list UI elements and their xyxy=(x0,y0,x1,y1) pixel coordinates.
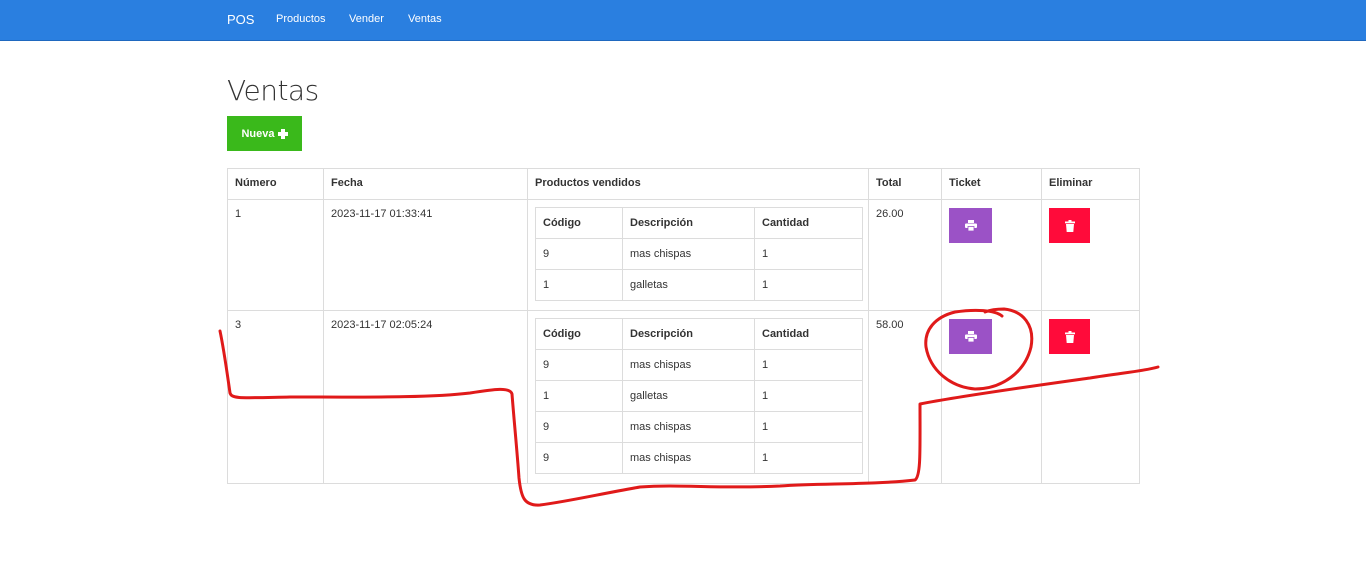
product-description: mas chispas xyxy=(622,411,755,443)
nav-link-productos[interactable]: Productos xyxy=(276,13,326,25)
product-quantity: 1 xyxy=(754,269,863,301)
product-row: 9 mas chispas 1 xyxy=(535,442,863,474)
inner-header-descripcion: Descripción xyxy=(622,207,755,239)
nav-link-ventas[interactable]: Ventas xyxy=(408,13,442,25)
header-eliminar: Eliminar xyxy=(1041,168,1140,200)
print-icon xyxy=(964,331,977,342)
product-description: mas chispas xyxy=(622,442,755,474)
products-cell: Código Descripción Cantidad 9 mas chispa… xyxy=(527,310,869,484)
product-code: 1 xyxy=(535,380,623,412)
top-navbar: POS Productos Vender Ventas xyxy=(0,0,1366,41)
delete-cell xyxy=(1041,310,1140,484)
product-description: galletas xyxy=(622,269,755,301)
inner-header-cantidad: Cantidad xyxy=(754,318,863,350)
product-code: 9 xyxy=(535,411,623,443)
print-ticket-button[interactable] xyxy=(949,208,992,243)
product-code: 9 xyxy=(535,238,623,270)
header-ticket: Ticket xyxy=(941,168,1042,200)
inner-header-codigo: Código xyxy=(535,318,623,350)
product-quantity: 1 xyxy=(754,238,863,270)
delete-sale-button[interactable] xyxy=(1049,208,1090,243)
sale-date: 2023-11-17 02:05:24 xyxy=(323,310,528,484)
product-row: 1 galletas 1 xyxy=(535,380,863,412)
sales-table-header: Número Fecha Productos vendidos Total Ti… xyxy=(227,168,1140,200)
product-row: 9 mas chispas 1 xyxy=(535,349,863,381)
product-code: 9 xyxy=(535,349,623,381)
product-row: 9 mas chispas 1 xyxy=(535,411,863,443)
product-code: 9 xyxy=(535,442,623,474)
sale-total: 26.00 xyxy=(868,199,942,311)
inner-header-codigo: Código xyxy=(535,207,623,239)
table-row: 3 2023-11-17 02:05:24 Código Descripción… xyxy=(227,310,1140,484)
product-code: 1 xyxy=(535,269,623,301)
inner-header-cantidad: Cantidad xyxy=(754,207,863,239)
trash-icon xyxy=(1064,219,1075,232)
sale-total: 58.00 xyxy=(868,310,942,484)
product-description: mas chispas xyxy=(622,349,755,381)
product-quantity: 1 xyxy=(754,349,863,381)
ticket-cell xyxy=(941,199,1042,311)
delete-cell xyxy=(1041,199,1140,311)
products-table: Código Descripción Cantidad 9 mas chispa… xyxy=(535,207,863,301)
product-row: 9 mas chispas 1 xyxy=(535,238,863,270)
products-cell: Código Descripción Cantidad 9 mas chispa… xyxy=(527,199,869,311)
trash-icon xyxy=(1064,330,1075,343)
product-description: mas chispas xyxy=(622,238,755,270)
inner-header-descripcion: Descripción xyxy=(622,318,755,350)
print-ticket-button[interactable] xyxy=(949,319,992,354)
sale-date: 2023-11-17 01:33:41 xyxy=(323,199,528,311)
new-sale-label: Nueva xyxy=(241,127,275,140)
new-sale-button[interactable]: Nueva xyxy=(227,116,302,151)
brand-link[interactable]: POS xyxy=(227,12,254,27)
product-quantity: 1 xyxy=(754,411,863,443)
sales-table: Número Fecha Productos vendidos Total Ti… xyxy=(227,168,1140,484)
products-table: Código Descripción Cantidad 9 mas chispa… xyxy=(535,318,863,474)
sale-number: 1 xyxy=(227,199,324,311)
header-productos-vendidos: Productos vendidos xyxy=(527,168,869,200)
delete-sale-button[interactable] xyxy=(1049,319,1090,354)
product-row: 1 galletas 1 xyxy=(535,269,863,301)
product-description: galletas xyxy=(622,380,755,412)
product-quantity: 1 xyxy=(754,442,863,474)
nav-link-vender[interactable]: Vender xyxy=(349,13,384,25)
header-fecha: Fecha xyxy=(323,168,528,200)
print-icon xyxy=(964,220,977,231)
header-total: Total xyxy=(868,168,942,200)
page-title: Ventas xyxy=(227,74,319,107)
sale-number: 3 xyxy=(227,310,324,484)
product-quantity: 1 xyxy=(754,380,863,412)
ticket-cell xyxy=(941,310,1042,484)
header-numero: Número xyxy=(227,168,324,200)
plus-icon xyxy=(277,128,288,139)
table-row: 1 2023-11-17 01:33:41 Código Descripción… xyxy=(227,199,1140,311)
